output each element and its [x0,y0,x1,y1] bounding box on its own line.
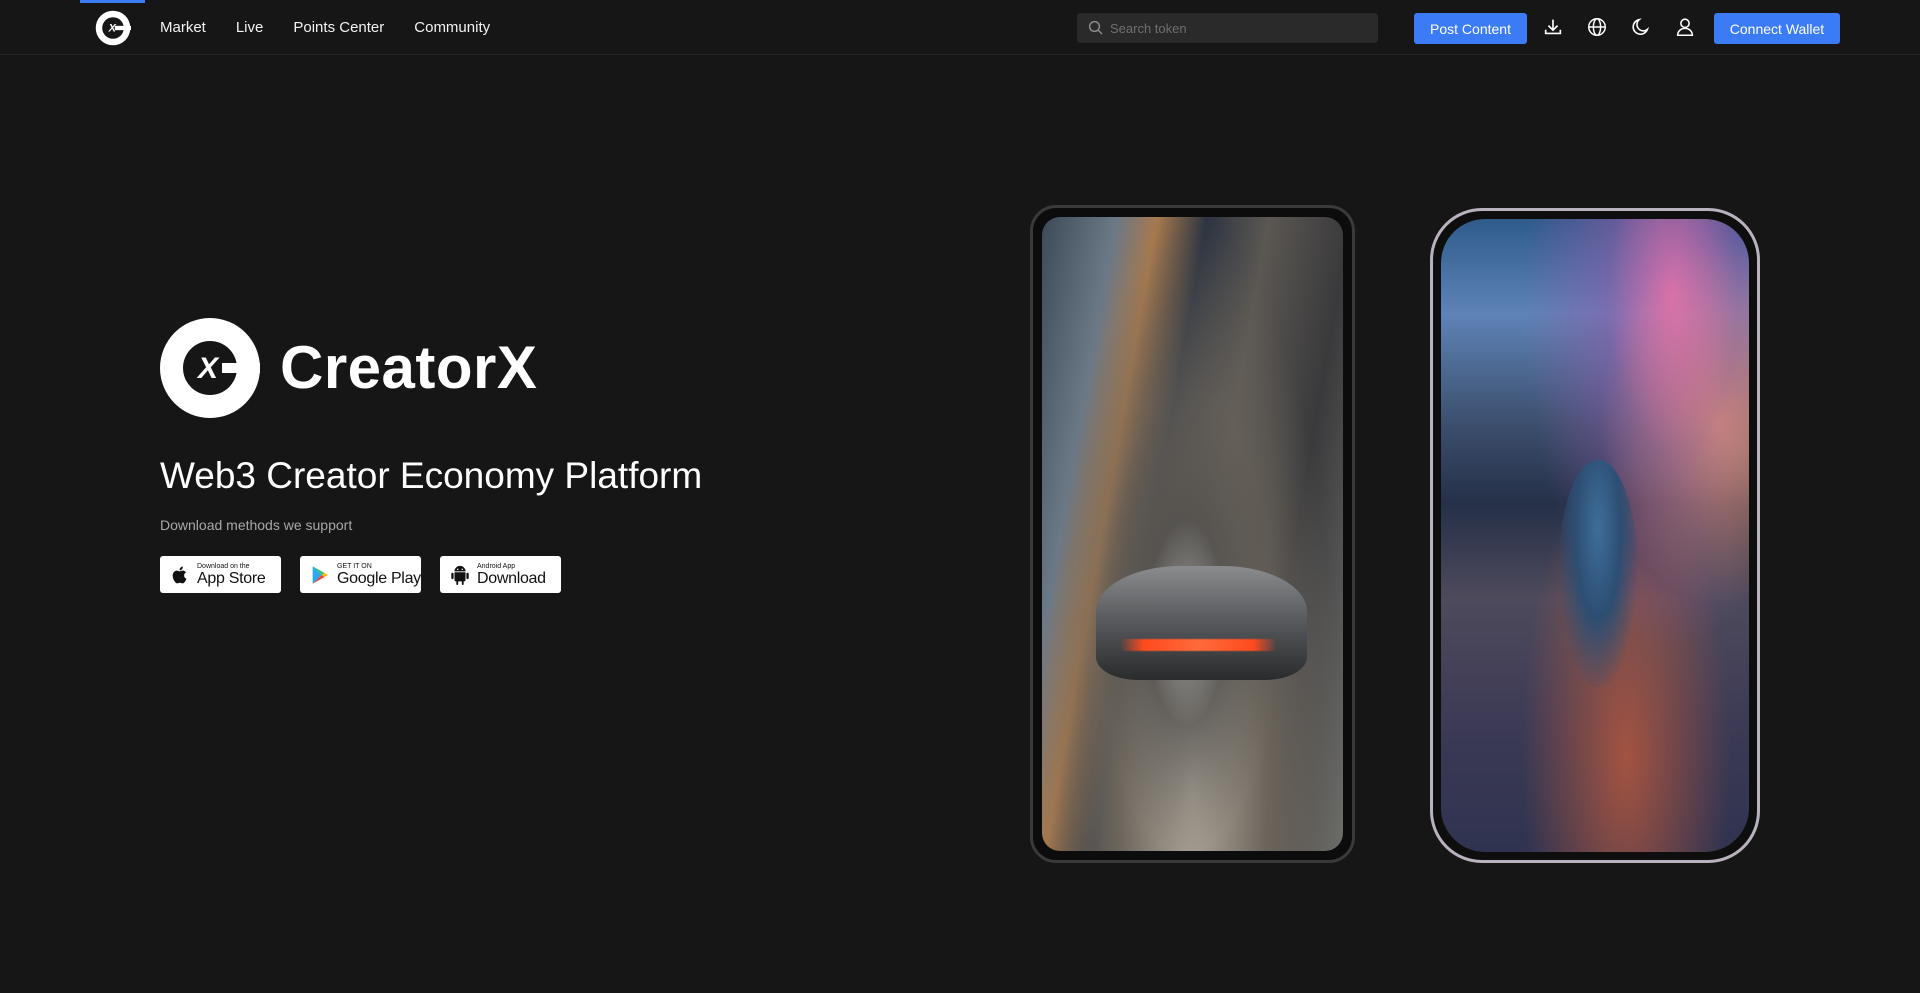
globe-icon[interactable] [1586,16,1608,38]
nav-community[interactable]: Community [414,19,490,36]
svg-text:X: X [196,352,220,385]
rider-shape [1558,459,1639,688]
skateboard-video-preview [1441,219,1749,852]
car-taillights [1120,638,1277,652]
phone-mockup-car [1030,205,1355,863]
creatorx-logo-icon[interactable]: X [95,10,131,46]
download-methods-label: Download methods we support [160,517,353,533]
car-video-preview [1042,217,1343,851]
app-store-big-text: App Store [197,569,266,587]
google-play-big-text: Google Play [337,569,421,587]
android-download-button[interactable]: Android App Download [440,556,561,593]
post-content-button[interactable]: Post Content [1414,13,1527,44]
nav-live[interactable]: Live [236,19,264,36]
app-store-button[interactable]: Download on the App Store [160,556,281,593]
android-small-text: Android App [477,562,516,570]
search-bar [1077,13,1378,43]
brand-name: CreatorX [280,334,538,401]
creatorx-hero-logo-icon: X [160,318,260,418]
google-play-button[interactable]: GET IT ON Google Play [300,556,421,593]
svg-text:X: X [108,23,117,35]
google-play-small-text: GET IT ON [337,562,372,570]
android-big-text: Download [477,569,546,587]
main-nav: Market Live Points Center Community [160,0,520,55]
search-input[interactable] [1110,20,1360,36]
nav-points-center[interactable]: Points Center [293,19,384,36]
hero-tagline: Web3 Creator Economy Platform [160,455,703,496]
app-store-small-text: Download on the [197,562,250,570]
apple-icon [172,565,187,583]
download-icon[interactable] [1542,16,1564,38]
android-icon [451,565,469,585]
user-icon[interactable] [1674,16,1696,38]
nav-market[interactable]: Market [160,19,206,36]
phone-mockup-skateboard [1430,208,1760,863]
google-play-icon [312,565,328,584]
search-icon [1088,20,1103,35]
active-indicator [80,0,145,3]
top-navbar: X Market Live Points Center Community Po… [0,0,1920,55]
moon-icon[interactable] [1630,16,1652,38]
car-shape [1096,565,1307,680]
connect-wallet-button[interactable]: Connect Wallet [1714,13,1840,44]
